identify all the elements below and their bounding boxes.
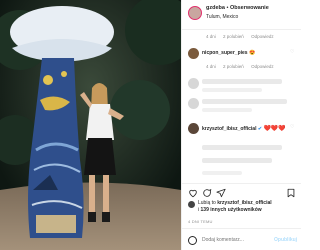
heart-icon[interactable] [188, 188, 198, 198]
blurred-avatar [188, 98, 199, 109]
likes-count[interactable]: 139 innych użytkowników [201, 207, 262, 213]
comment-heart-icon[interactable]: ♡ [290, 49, 294, 55]
comment-likes[interactable]: 2 polubień [223, 34, 244, 39]
post-header: gzdeba • Obserwowanie Tulum, Mexico [182, 0, 301, 30]
comment-time[interactable]: 4 dni [206, 64, 216, 69]
blurred-comment [202, 145, 282, 150]
blurred-comment [202, 171, 242, 175]
liker-username[interactable]: krzysztof_ibisz_official [217, 200, 271, 206]
comment-hearts: ❤️❤️❤️ [263, 126, 286, 132]
emoji-icon[interactable] [188, 236, 197, 245]
comment-heart-icon[interactable]: ♡ [290, 124, 294, 130]
likes-middle: i [198, 206, 200, 213]
blurred-avatar [188, 78, 199, 89]
commenter-username[interactable]: krzysztof_ibisz_official [202, 126, 256, 132]
header-separator: • [226, 5, 229, 11]
likes-summary: Lubią to krzysztof_ibisz_official i 139 … [198, 200, 272, 213]
photo-illustration [0, 0, 181, 250]
comment-time[interactable]: 4 dni [206, 34, 216, 39]
post-location[interactable]: Tulum, Mexico [206, 14, 238, 20]
comment-input[interactable] [202, 237, 272, 243]
post-photo[interactable] [0, 0, 181, 250]
comment-emoji: 😍 [248, 50, 256, 56]
verified-badge-icon: ✔ [257, 126, 263, 132]
comment-meta: 4 dni 2 polubień Odpowiedz [206, 64, 280, 69]
follow-button[interactable]: Obserwowanie [230, 5, 269, 11]
blurred-comment [202, 79, 282, 84]
action-bar [182, 183, 301, 199]
comment-icon[interactable] [202, 188, 212, 198]
post-sidebar: gzdeba • Obserwowanie Tulum, Mexico 4 dn… [181, 0, 301, 250]
author-username[interactable]: gzdeba [206, 5, 225, 11]
bookmark-icon[interactable] [286, 188, 296, 198]
blurred-comment [202, 108, 252, 112]
reply-button[interactable]: Odpowiedz [251, 34, 274, 39]
comment-text: krzysztof_ibisz_official ✔ ❤️❤️❤️ [202, 125, 286, 132]
blurred-comment [202, 99, 287, 104]
likes-prefix: Lubią to [198, 200, 216, 206]
add-comment-bar: Opublikuj [182, 228, 301, 250]
reply-button[interactable]: Odpowiedz [251, 64, 274, 69]
comment-text: nicpon_super_pies 😍 [202, 50, 255, 56]
publish-button[interactable]: Opublikuj [274, 237, 297, 243]
blurred-comment [202, 88, 262, 92]
liker-avatar[interactable] [188, 201, 195, 208]
post-author: gzdeba • Obserwowanie [206, 5, 269, 11]
post-timestamp[interactable]: 4 DNI TEMU [188, 219, 213, 224]
share-icon[interactable] [216, 188, 226, 198]
comment-likes[interactable]: 2 polubień [223, 64, 244, 69]
commenter-avatar[interactable] [188, 48, 199, 59]
commenter-avatar[interactable] [188, 123, 199, 134]
user-avatar[interactable] [188, 6, 202, 20]
commenter-username[interactable]: nicpon_super_pies [202, 50, 248, 56]
comment-meta: 4 dni 2 polubień Odpowiedz [206, 34, 280, 39]
blurred-comment [202, 158, 272, 163]
